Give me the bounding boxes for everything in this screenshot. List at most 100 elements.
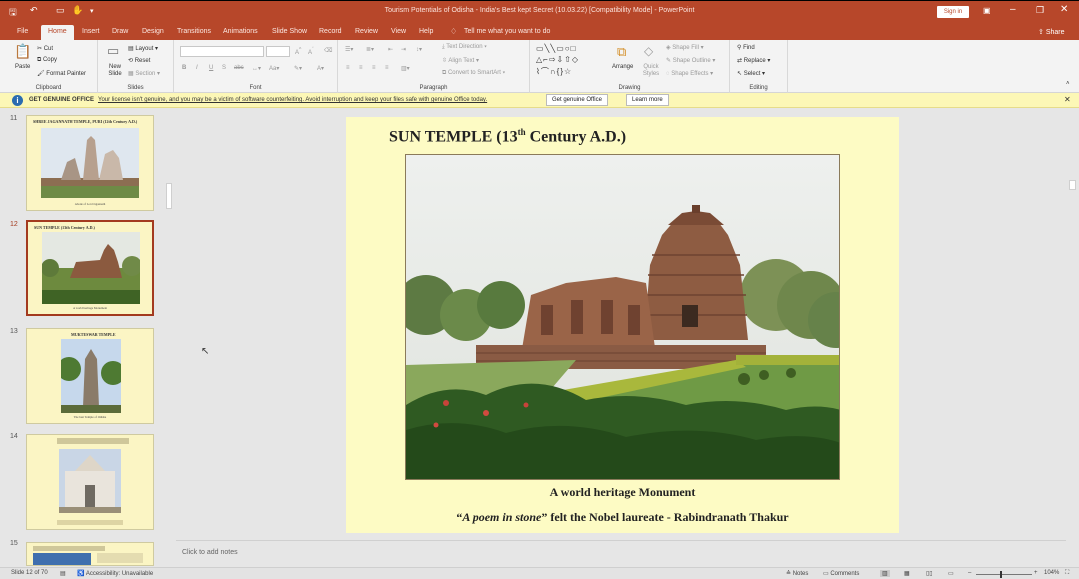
align-left-icon[interactable]: ≡ <box>346 65 350 71</box>
spell-check-icon[interactable]: ▤ <box>60 570 66 577</box>
get-genuine-office-button[interactable]: Get genuine Office <box>546 94 608 106</box>
ribbon-display-icon[interactable]: ▣ <box>983 6 991 15</box>
slide-thumb-15[interactable] <box>26 542 154 566</box>
align-text-button[interactable]: ⇳ Align Text ▾ <box>442 57 479 64</box>
italic-icon[interactable]: I <box>196 65 198 71</box>
zoom-slider-thumb[interactable] <box>1000 571 1002 578</box>
slide-thumb-11[interactable]: SHREE JAGANNATH TEMPLE, PURI (12th Centu… <box>26 115 154 211</box>
slide-sorter-icon[interactable]: ▦ <box>904 570 910 577</box>
share-button[interactable]: ⇪ Share <box>1038 28 1065 36</box>
tab-insert[interactable]: Insert <box>82 28 100 35</box>
select-button[interactable]: ↖ Select ▾ <box>737 70 765 77</box>
learn-more-button[interactable]: Learn more <box>626 94 669 106</box>
quick-styles-icon[interactable]: ◇ <box>644 44 653 58</box>
text-direction-button[interactable]: ⤓ Text Direction ▾ <box>442 44 487 51</box>
slideshow-icon[interactable]: ▭ <box>948 570 954 577</box>
scroll-thumb[interactable] <box>1069 180 1076 190</box>
section-button[interactable]: ▦ Section ▾ <box>128 70 160 77</box>
numbering-icon[interactable]: ≣▾ <box>366 46 374 53</box>
tab-record[interactable]: Record <box>319 28 342 35</box>
strikethrough-icon[interactable]: abc <box>234 65 244 71</box>
paste-button[interactable]: Paste <box>15 64 30 70</box>
slide-thumb-13[interactable]: MUKTESWAR TEMPLE The best Temple of Odis… <box>26 328 154 424</box>
thumbnail-scrollbar[interactable] <box>165 111 173 566</box>
bullets-icon[interactable]: ☰▾ <box>345 46 353 53</box>
clear-format-icon[interactable]: ⌫ <box>324 47 332 54</box>
shrink-font-icon[interactable]: Aˇ <box>308 47 314 56</box>
tab-animations[interactable]: Animations <box>223 28 258 35</box>
font-size-box[interactable] <box>266 46 290 57</box>
slide-thumb-12[interactable]: SUN TEMPLE (13th Century A.D.) A world h… <box>26 220 154 316</box>
tell-me-search[interactable]: Tell me what you want to do <box>464 28 550 35</box>
notes-button[interactable]: ≙ Notes <box>786 570 808 577</box>
tab-home[interactable]: Home <box>41 25 74 40</box>
underline-icon[interactable]: U <box>209 65 213 71</box>
sun-temple-photo[interactable] <box>405 154 840 480</box>
arrange-button[interactable]: Arrange <box>612 64 633 70</box>
zoom-slider[interactable] <box>976 574 1032 575</box>
restore-icon[interactable]: ❐ <box>1036 5 1044 16</box>
tab-file[interactable]: File <box>17 28 28 35</box>
paste-icon[interactable]: 📋 <box>14 43 31 60</box>
shape-effects-button[interactable]: ◌ Shape Effects ▾ <box>666 70 713 77</box>
tab-slide-show[interactable]: Slide Show <box>272 28 307 35</box>
tab-transitions[interactable]: Transitions <box>177 28 211 35</box>
shape-outline-button[interactable]: ✎ Shape Outline ▾ <box>666 57 715 64</box>
fit-to-window-icon[interactable]: ⛶ <box>1065 570 1069 577</box>
tab-draw[interactable]: Draw <box>112 28 128 35</box>
highlight-icon[interactable]: ✎▾ <box>294 65 302 72</box>
grow-font-icon[interactable]: A^ <box>295 47 301 56</box>
increase-indent-icon[interactable]: ⇥ <box>401 46 406 53</box>
tab-view[interactable]: View <box>391 28 406 35</box>
slide-caption-heritage[interactable]: A world heritage Monument <box>346 485 899 500</box>
change-case-icon[interactable]: Aa▾ <box>269 65 279 72</box>
quick-styles-button[interactable]: Quick Styles <box>640 64 662 78</box>
tab-review[interactable]: Review <box>355 28 378 35</box>
find-button[interactable]: ⚲ Find <box>737 44 755 51</box>
slide-title[interactable]: SUN TEMPLE (13th Century A.D.) <box>389 127 626 146</box>
collapse-ribbon-icon[interactable]: ˄ <box>1066 81 1070 87</box>
line-spacing-icon[interactable]: ↕▾ <box>416 46 422 53</box>
close-icon[interactable]: ✕ <box>1060 4 1068 15</box>
tab-help[interactable]: Help <box>419 28 433 35</box>
slide-scrollbar[interactable] <box>1066 108 1079 540</box>
columns-icon[interactable]: ▥▾ <box>401 65 410 72</box>
reset-button[interactable]: ⟲ Reset <box>128 57 150 64</box>
comments-button[interactable]: ▭ Comments <box>823 570 859 577</box>
tab-design[interactable]: Design <box>142 28 164 35</box>
font-color-icon[interactable]: A▾ <box>317 65 324 72</box>
bold-icon[interactable]: B <box>182 65 186 71</box>
normal-view-icon[interactable]: ▥ <box>880 570 890 577</box>
char-spacing-icon[interactable]: ↔▾ <box>252 65 261 72</box>
zoom-in-icon[interactable]: + <box>1034 570 1038 576</box>
copy-button[interactable]: ⧉ Copy <box>37 57 57 64</box>
replace-button[interactable]: ⇄ Replace ▾ <box>737 57 770 64</box>
scroll-thumb[interactable] <box>166 183 172 209</box>
shadow-icon[interactable]: S <box>222 65 226 71</box>
cut-button[interactable]: ✂ Cut <box>37 45 53 52</box>
justify-icon[interactable]: ≡ <box>385 65 389 71</box>
new-slide-button[interactable]: New Slide <box>105 64 125 78</box>
format-painter-button[interactable]: 🖌 Format Painter <box>37 70 86 77</box>
shapes-gallery[interactable]: ▭╲╲▭○□ <box>536 44 576 53</box>
accessibility-status[interactable]: ♿ Accessibility: Unavailable <box>77 570 153 577</box>
font-name-box[interactable] <box>180 46 264 57</box>
close-message-icon[interactable]: ✕ <box>1064 95 1071 104</box>
notes-pane[interactable]: Click to add notes <box>176 540 1066 566</box>
align-center-icon[interactable]: ≡ <box>359 65 363 71</box>
arrange-icon[interactable]: ⧉ <box>617 44 626 60</box>
zoom-out-icon[interactable]: – <box>968 570 971 576</box>
reading-view-icon[interactable]: ▯▯ <box>926 570 933 577</box>
convert-smartart-button[interactable]: ⧉ Convert to SmartArt ▾ <box>442 70 505 77</box>
layout-button[interactable]: ▤ Layout ▾ <box>128 45 158 52</box>
decrease-indent-icon[interactable]: ⇤ <box>388 46 393 53</box>
slide-caption-quote[interactable]: “A poem in stone” felt the Nobel laureat… <box>346 510 899 525</box>
sign-in-button[interactable]: Sign in <box>937 6 969 18</box>
shape-fill-button[interactable]: ◈ Shape Fill ▾ <box>666 44 704 51</box>
current-slide[interactable]: SUN TEMPLE (13th Century A.D.) A world h… <box>346 117 899 533</box>
minimize-icon[interactable]: – <box>1010 4 1016 15</box>
new-slide-icon[interactable]: ▭ <box>107 43 119 59</box>
zoom-level[interactable]: 104% <box>1044 570 1059 576</box>
slide-thumb-14[interactable] <box>26 434 154 530</box>
align-right-icon[interactable]: ≡ <box>372 65 376 71</box>
